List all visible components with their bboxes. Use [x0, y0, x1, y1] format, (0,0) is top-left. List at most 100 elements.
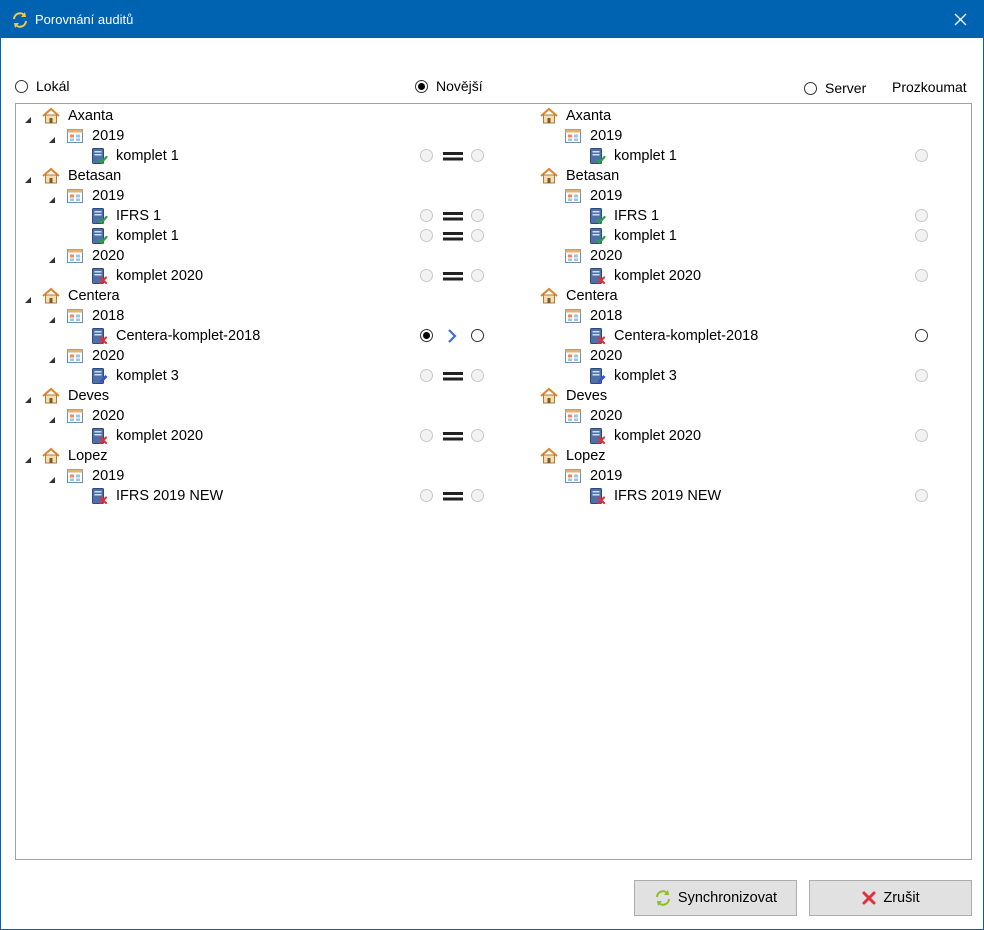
cancel-button[interactable]: Zrušit [809, 880, 972, 916]
take-local-radio[interactable] [420, 429, 433, 442]
local-radio[interactable] [15, 79, 28, 93]
tree-node[interactable]: komplet 1 [502, 146, 889, 166]
tree-node[interactable]: komplet 2020 [502, 426, 889, 446]
tree-node[interactable]: 2019 [502, 186, 889, 206]
tree-node[interactable]: 2020 [16, 406, 402, 426]
tree-node-label: 2018 [92, 308, 125, 324]
newer-radio[interactable] [415, 79, 428, 93]
option-local[interactable]: Lokál [15, 77, 69, 95]
tree-node[interactable]: Centera [502, 286, 889, 306]
equal-sign-icon [442, 489, 464, 503]
tree-node[interactable]: Axanta [502, 106, 889, 126]
tree-node[interactable]: 2019 [16, 186, 402, 206]
take-server-radio[interactable] [471, 369, 484, 382]
tree-node[interactable]: IFRS 2019 NEW [502, 486, 889, 506]
take-local-radio[interactable] [420, 329, 433, 342]
tree-node[interactable]: Centera [16, 286, 402, 306]
take-local-radio[interactable] [420, 149, 433, 162]
tree-node[interactable]: 2019 [502, 126, 889, 146]
tree-node[interactable]: komplet 2020 [16, 266, 402, 286]
tree-node[interactable]: 2018 [502, 306, 889, 326]
tree-node[interactable]: Lopez [16, 446, 402, 466]
tree-node[interactable]: komplet 1 [502, 226, 889, 246]
expander-triangle-icon[interactable] [48, 411, 56, 423]
tree-node[interactable]: komplet 2020 [16, 426, 402, 446]
local-tree-panel[interactable]: Axanta 2019 komplet 1 Betasan 2019 IFRS 1 komp… [15, 103, 403, 860]
tree-node[interactable]: IFRS 1 [16, 206, 402, 226]
tree-node[interactable]: 2019 [502, 466, 889, 486]
explore-radio[interactable] [915, 489, 928, 502]
tree-node[interactable]: 2019 [16, 466, 402, 486]
tree-node[interactable]: IFRS 1 [502, 206, 889, 226]
tree-node[interactable]: 2020 [502, 246, 889, 266]
take-server-radio[interactable] [471, 209, 484, 222]
expander-triangle-icon[interactable] [24, 171, 32, 183]
explore-radio[interactable] [915, 269, 928, 282]
tree-node[interactable]: Betasan [502, 166, 889, 186]
explore-radio[interactable] [915, 329, 928, 342]
tree-node[interactable]: Deves [502, 386, 889, 406]
compare-row [402, 486, 502, 506]
explore-radio[interactable] [915, 209, 928, 222]
tree-node-label: komplet 1 [614, 228, 677, 244]
take-local-radio[interactable] [420, 269, 433, 282]
tree-node[interactable]: Centera-komplet-2018 [16, 326, 402, 346]
tree-node[interactable]: 2018 [16, 306, 402, 326]
expander-triangle-icon[interactable] [48, 471, 56, 483]
tree-node[interactable]: Centera-komplet-2018 [502, 326, 889, 346]
tree-node[interactable]: 2019 [16, 126, 402, 146]
take-local-radio[interactable] [420, 369, 433, 382]
option-newer[interactable]: Novější [415, 77, 483, 95]
expander-triangle-icon[interactable] [24, 391, 32, 403]
explore-radio[interactable] [915, 369, 928, 382]
server-radio[interactable] [804, 81, 817, 95]
tree-node[interactable]: IFRS 2019 NEW [16, 486, 402, 506]
take-local-radio[interactable] [420, 489, 433, 502]
explore-row [889, 346, 971, 366]
tree-node-label: Deves [566, 388, 608, 404]
tree-node[interactable]: Deves [16, 386, 402, 406]
take-server-radio[interactable] [471, 489, 484, 502]
explore-radio[interactable] [915, 149, 928, 162]
explore-radio[interactable] [915, 229, 928, 242]
expander-triangle-icon[interactable] [48, 351, 56, 363]
tree-node[interactable]: komplet 3 [502, 366, 889, 386]
tree-node-label: 2019 [590, 188, 623, 204]
expander-triangle-icon[interactable] [48, 251, 56, 263]
server-tree-panel[interactable]: Axanta 2019 komplet 1 Betasan 2019 IFRS 1 komp… [502, 103, 890, 860]
tree-node-label: 2020 [590, 408, 623, 424]
take-server-radio[interactable] [471, 429, 484, 442]
take-server-radio[interactable] [471, 269, 484, 282]
tree-node[interactable]: 2020 [16, 346, 402, 366]
tree-node[interactable]: 2020 [502, 346, 889, 366]
tree-node[interactable]: komplet 1 [16, 226, 402, 246]
tree-node[interactable]: 2020 [502, 406, 889, 426]
take-local-radio[interactable] [420, 209, 433, 222]
expander-triangle-icon[interactable] [24, 111, 32, 123]
take-server-radio[interactable] [471, 329, 484, 342]
explore-radio[interactable] [915, 429, 928, 442]
expander-triangle-icon[interactable] [24, 291, 32, 303]
take-server-radio[interactable] [471, 229, 484, 242]
take-local-radio[interactable] [420, 229, 433, 242]
tree-node[interactable]: 2020 [16, 246, 402, 266]
tree-node-label: Betasan [566, 168, 620, 184]
calendar-icon [66, 307, 84, 325]
option-server[interactable]: Server [804, 79, 866, 97]
expander-triangle-icon[interactable] [48, 131, 56, 143]
tree-node[interactable]: komplet 3 [16, 366, 402, 386]
take-server-radio[interactable] [471, 149, 484, 162]
tree-node[interactable]: Axanta [16, 106, 402, 126]
tree-node[interactable]: komplet 2020 [502, 266, 889, 286]
equal-sign-icon [442, 209, 464, 223]
expander-triangle-icon[interactable] [48, 311, 56, 323]
tree-node[interactable]: Betasan [16, 166, 402, 186]
sync-button[interactable]: Synchronizovat [634, 880, 797, 916]
equal-sign-icon [442, 429, 464, 443]
expander-triangle-icon[interactable] [24, 451, 32, 463]
expander-triangle-icon[interactable] [48, 191, 56, 203]
server-label: Server [825, 80, 867, 96]
tree-node[interactable]: Lopez [502, 446, 889, 466]
tree-node[interactable]: komplet 1 [16, 146, 402, 166]
close-button[interactable] [939, 1, 983, 38]
